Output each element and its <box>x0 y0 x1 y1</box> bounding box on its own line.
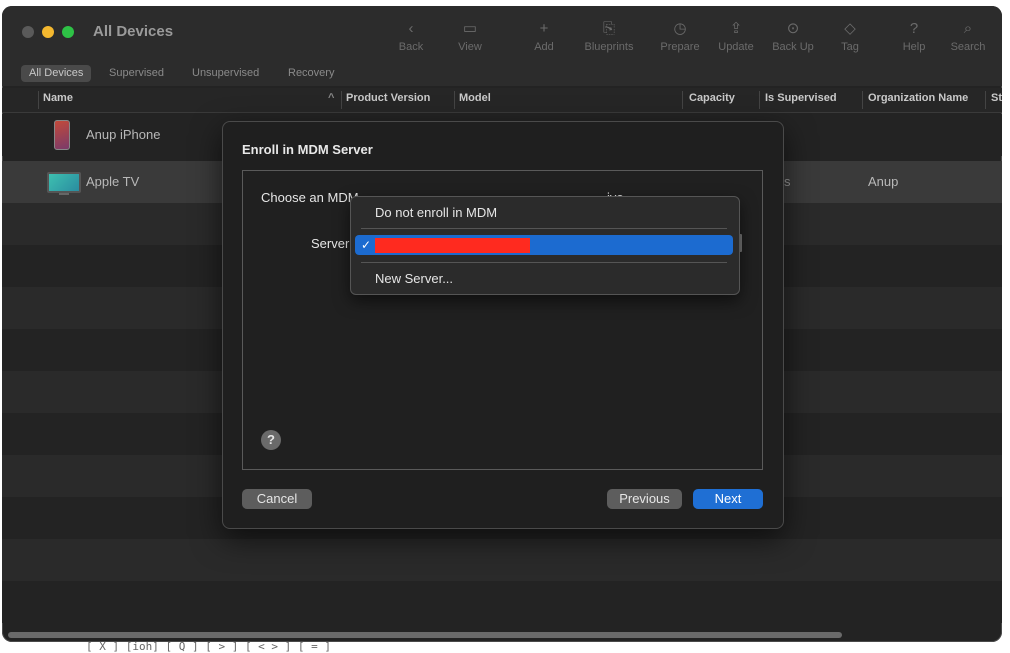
zoom-window-button[interactable] <box>62 26 74 38</box>
table-row-empty <box>2 539 1002 581</box>
iphone-icon <box>54 120 70 150</box>
menu-item-selected-server[interactable]: ✓ <box>355 235 733 255</box>
toolbar-update-label: Update <box>718 41 754 53</box>
column-separator <box>454 91 455 109</box>
apple-tv-icon <box>47 172 81 195</box>
menu-item-do-not-enroll[interactable]: Do not enroll in MDM <box>355 203 733 223</box>
help-button[interactable]: ? <box>261 430 281 450</box>
redacted-server-name <box>375 238 530 253</box>
toolbar-help-button[interactable]: ? Help <box>886 18 942 58</box>
toolbar-view-label: View <box>458 41 482 53</box>
dialog-title: Enroll in MDM Server <box>242 142 373 157</box>
table-header: Name ^ Product Version Model Capacity Is… <box>2 88 1002 113</box>
prepare-icon: ◷ <box>673 20 687 37</box>
device-organization: Anup <box>868 174 899 189</box>
column-separator <box>682 91 683 109</box>
blueprints-icon: ⎘ <box>602 20 615 37</box>
server-dropdown-menu: Do not enroll in MDM ✓ New Server... <box>350 196 740 295</box>
toolbar-prepare-label: Prepare <box>660 41 700 53</box>
device-name: Anup iPhone <box>86 127 161 142</box>
checkmark-icon: ✓ <box>361 238 372 252</box>
toolbar-prepare-button[interactable]: ◷ Prepare <box>652 18 708 58</box>
title-bar: All Devices ‹ Back ▭ View + Add ⎘ Bluepr… <box>2 6 1002 62</box>
toolbar-backup-label: Back Up <box>772 41 814 53</box>
menu-separator <box>361 262 727 263</box>
chevron-left-icon: ‹ <box>408 20 414 37</box>
column-capacity[interactable]: Capacity <box>689 92 735 104</box>
toolbar-tag-button[interactable]: ◇ Tag <box>822 18 878 58</box>
toolbar-search-label: Search <box>950 41 986 53</box>
menu-item-label: Do not enroll in MDM <box>375 205 498 220</box>
menu-separator <box>361 228 727 229</box>
help-icon: ? <box>909 20 919 37</box>
horizontal-scrollbar[interactable] <box>8 632 842 638</box>
dialog-description: Choose an MDM <box>261 190 359 205</box>
next-button[interactable]: Next <box>693 489 763 509</box>
toolbar-backup-button[interactable]: ⊙ Back Up <box>765 18 821 58</box>
filter-unsupervised[interactable]: Unsupervised <box>184 65 267 82</box>
toolbar-view-button[interactable]: ▭ View <box>442 18 498 58</box>
filter-all-devices[interactable]: All Devices <box>21 65 92 82</box>
cancel-button[interactable]: Cancel <box>242 489 312 509</box>
column-separator <box>38 91 39 109</box>
column-separator <box>341 91 342 109</box>
column-organization-name[interactable]: Organization Name <box>868 92 968 104</box>
filter-supervised[interactable]: Supervised <box>101 65 172 82</box>
sort-ascending-icon: ^ <box>328 92 335 104</box>
close-window-button[interactable] <box>22 26 34 38</box>
enroll-mdm-dialog: Enroll in MDM Server Choose an MDM ive S… <box>222 121 784 529</box>
toolbar-add-label: Add <box>534 41 554 53</box>
toolbar-update-button[interactable]: ⇪ Update <box>708 18 764 58</box>
search-icon: ⌕ <box>963 20 973 37</box>
background-window-fragment: [ X ] [ioh] [ Q ] [ > ] [ < > ] [ = ] <box>86 640 332 653</box>
update-icon: ⇪ <box>729 20 743 37</box>
toolbar-help-label: Help <box>902 41 926 53</box>
column-separator <box>759 91 760 109</box>
toolbar-back-label: Back <box>398 41 424 53</box>
window-title: All Devices <box>93 23 174 40</box>
tag-icon: ◇ <box>844 20 856 37</box>
column-separator <box>862 91 863 109</box>
plus-icon: + <box>539 20 549 37</box>
view-icon: ▭ <box>462 20 478 37</box>
device-supervised: s <box>784 174 791 189</box>
minimize-window-button[interactable] <box>42 26 54 38</box>
column-name[interactable]: Name <box>43 92 73 104</box>
column-model[interactable]: Model <box>459 92 491 104</box>
menu-item-new-server[interactable]: New Server... <box>355 269 733 289</box>
toolbar-back-button[interactable]: ‹ Back <box>383 18 439 58</box>
backup-icon: ⊙ <box>786 20 800 37</box>
filter-recovery[interactable]: Recovery <box>280 65 342 82</box>
table-row-empty <box>2 581 1002 623</box>
previous-button[interactable]: Previous <box>607 489 682 509</box>
device-name: Apple TV <box>86 174 140 189</box>
menu-item-label: New Server... <box>375 271 454 286</box>
toolbar-tag-label: Tag <box>841 41 859 53</box>
toolbar-search-button[interactable]: ⌕ Search <box>940 18 996 58</box>
filter-bar: All Devices Supervised Unsupervised Reco… <box>2 62 1002 86</box>
column-separator <box>985 91 986 109</box>
toolbar-add-button[interactable]: + Add <box>516 18 572 58</box>
server-label: Server <box>311 236 350 251</box>
toolbar-blueprints-button[interactable]: ⎘ Blueprints <box>581 18 637 58</box>
column-status[interactable]: St <box>991 92 1002 104</box>
column-is-supervised[interactable]: Is Supervised <box>765 92 837 104</box>
toolbar-blueprints-label: Blueprints <box>584 41 634 53</box>
column-product-version[interactable]: Product Version <box>346 92 430 104</box>
